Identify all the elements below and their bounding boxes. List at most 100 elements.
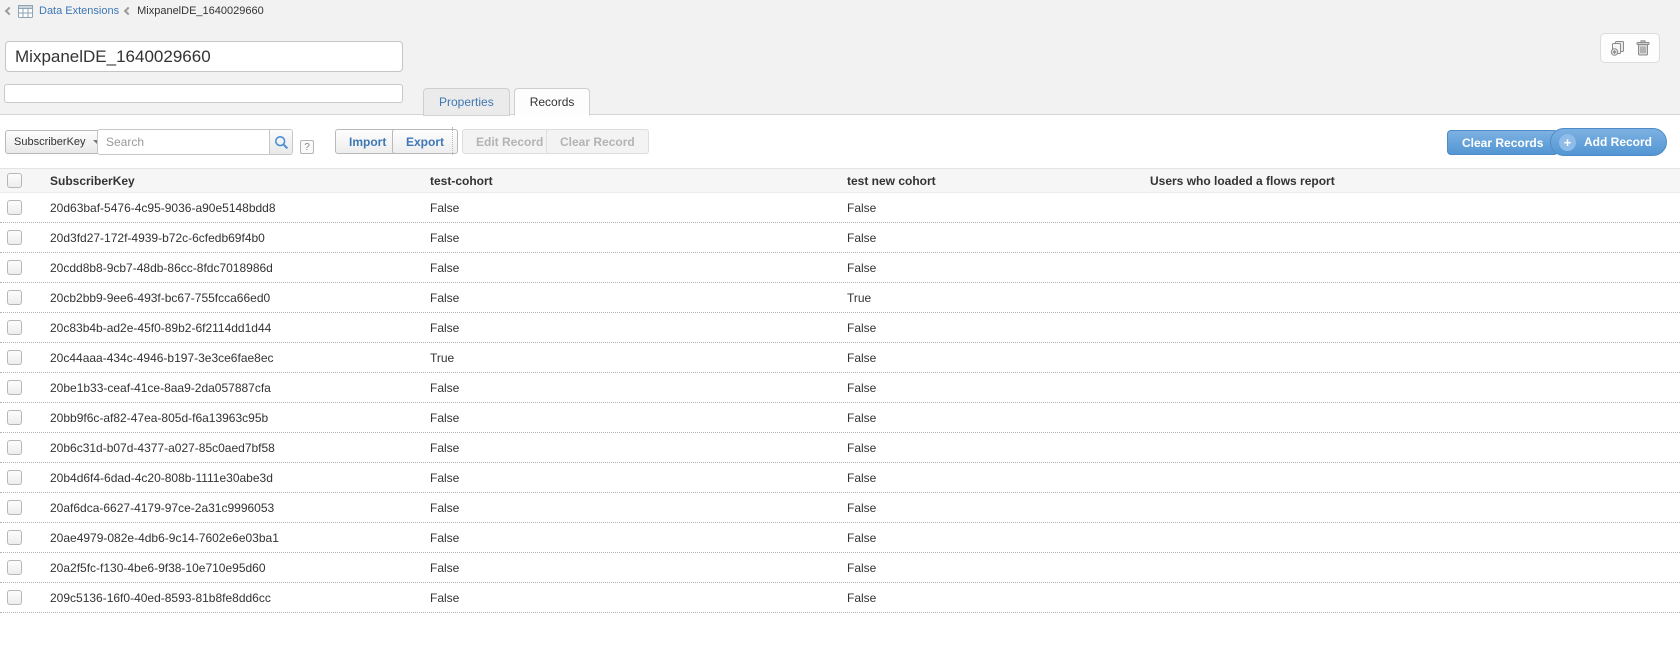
row-checkbox[interactable]: [7, 410, 22, 425]
table-row[interactable]: 20bb9f6c-af82-47ea-805d-f6a13963c95b Fal…: [0, 403, 1680, 433]
cell-test-new-cohort: False: [847, 411, 1150, 425]
row-checkbox[interactable]: [7, 200, 22, 215]
cell-test-new-cohort: False: [847, 201, 1150, 215]
top-action-icons: [1600, 33, 1660, 63]
cell-test-new-cohort: False: [847, 531, 1150, 545]
search-button[interactable]: [269, 130, 292, 154]
toolbar-divider: [452, 127, 453, 155]
cell-test-cohort: False: [430, 321, 847, 335]
tab-bar: Properties Records: [423, 88, 590, 116]
breadcrumb-separator-chevron-icon: [124, 6, 132, 14]
table-row[interactable]: 20c83b4b-ad2e-45f0-89b2-6f2114dd1d44 Fal…: [0, 313, 1680, 343]
cell-subscriber-key: 20cdd8b8-9cb7-48db-86cc-8fdc7018986d: [50, 261, 430, 275]
table-row[interactable]: 20af6dca-6627-4179-97ce-2a31c9996053 Fal…: [0, 493, 1680, 523]
data-extension-name-input[interactable]: [5, 41, 403, 72]
row-checkbox[interactable]: [7, 290, 22, 305]
column-header-test-cohort[interactable]: test-cohort: [430, 174, 847, 188]
table-row[interactable]: 20b4d6f4-6dad-4c20-808b-1111e30abe3d Fal…: [0, 463, 1680, 493]
cell-test-cohort: True: [430, 351, 847, 365]
cell-test-new-cohort: False: [847, 351, 1150, 365]
cell-test-new-cohort: False: [847, 501, 1150, 515]
import-button[interactable]: Import: [335, 129, 400, 154]
search-box: [97, 129, 293, 155]
cell-test-new-cohort: True: [847, 291, 1150, 305]
cell-test-cohort: False: [430, 561, 847, 575]
add-record-button[interactable]: + Add Record: [1550, 128, 1667, 156]
cell-subscriber-key: 20af6dca-6627-4179-97ce-2a31c9996053: [50, 501, 430, 515]
row-checkbox[interactable]: [7, 380, 22, 395]
row-checkbox[interactable]: [7, 470, 22, 485]
table-row[interactable]: 20ae4979-082e-4db6-9c14-7602e6e03ba1 Fal…: [0, 523, 1680, 553]
cell-subscriber-key: 20a2f5fc-f130-4be6-9f38-10e710e95d60: [50, 561, 430, 575]
cell-subscriber-key: 20be1b33-ceaf-41ce-8aa9-2da057887cfa: [50, 381, 430, 395]
cell-test-new-cohort: False: [847, 231, 1150, 245]
search-field-dropdown-value: SubscriberKey: [14, 136, 86, 148]
cell-subscriber-key: 209c5136-16f0-40ed-8593-81b8fe8dd6cc: [50, 591, 430, 605]
column-header-subscriberkey[interactable]: SubscriberKey: [50, 174, 430, 188]
edit-record-button[interactable]: Edit Record: [462, 129, 557, 154]
breadcrumb-current-item: MixpanelDE_1640029660: [137, 5, 264, 17]
column-header-users-flows-report[interactable]: Users who loaded a flows report: [1150, 174, 1680, 188]
cell-subscriber-key: 20c83b4b-ad2e-45f0-89b2-6f2114dd1d44: [50, 321, 430, 335]
cell-test-cohort: False: [430, 591, 847, 605]
clear-record-button[interactable]: Clear Record: [546, 129, 649, 154]
cell-test-cohort: False: [430, 411, 847, 425]
table-row[interactable]: 20be1b33-ceaf-41ce-8aa9-2da057887cfa Fal…: [0, 373, 1680, 403]
cell-subscriber-key: 20b4d6f4-6dad-4c20-808b-1111e30abe3d: [50, 471, 430, 485]
cell-test-new-cohort: False: [847, 261, 1150, 275]
table-row[interactable]: 20d3fd27-172f-4939-b72c-6cfedb69f4b0 Fal…: [0, 223, 1680, 253]
cell-test-new-cohort: False: [847, 441, 1150, 455]
breadcrumb-link-data-extensions[interactable]: Data Extensions: [39, 5, 119, 17]
tab-properties[interactable]: Properties: [423, 88, 510, 116]
row-checkbox[interactable]: [7, 560, 22, 575]
column-header-test-new-cohort[interactable]: test new cohort: [847, 174, 1150, 188]
cell-test-new-cohort: False: [847, 471, 1150, 485]
cell-subscriber-key: 20cb2bb9-9ee6-493f-bc67-755fcca66ed0: [50, 291, 430, 305]
search-input[interactable]: [98, 130, 269, 154]
search-field-dropdown[interactable]: SubscriberKey: [5, 130, 110, 154]
cell-test-new-cohort: False: [847, 321, 1150, 335]
table-row[interactable]: 20c44aaa-434c-4946-b197-3e3ce6fae8ec Tru…: [0, 343, 1680, 373]
cell-test-cohort: False: [430, 381, 847, 395]
cell-subscriber-key: 20d3fd27-172f-4939-b72c-6cfedb69f4b0: [50, 231, 430, 245]
select-all-checkbox[interactable]: [7, 173, 22, 188]
table-header-row: SubscriberKey test-cohort test new cohor…: [0, 168, 1680, 193]
copy-icon[interactable]: [1609, 40, 1626, 57]
data-extension-description-input[interactable]: [4, 84, 403, 103]
breadcrumb: Data Extensions MixpanelDE_1640029660: [6, 3, 264, 19]
row-checkbox[interactable]: [7, 230, 22, 245]
records-table-body: 20d63baf-5476-4c95-9036-a90e5148bdd8 Fal…: [0, 193, 1680, 613]
records-toolbar: SubscriberKey ? Import Export Edit Recor…: [0, 116, 1680, 168]
top-panel: Data Extensions MixpanelDE_1640029660: [0, 0, 1680, 115]
help-icon[interactable]: ?: [300, 140, 314, 154]
cell-test-new-cohort: False: [847, 561, 1150, 575]
export-button[interactable]: Export: [392, 129, 458, 154]
row-checkbox[interactable]: [7, 260, 22, 275]
table-row[interactable]: 20cdd8b8-9cb7-48db-86cc-8fdc7018986d Fal…: [0, 253, 1680, 283]
cell-test-cohort: False: [430, 501, 847, 515]
table-row[interactable]: 20a2f5fc-f130-4be6-9f38-10e710e95d60 Fal…: [0, 553, 1680, 583]
cell-test-cohort: False: [430, 261, 847, 275]
back-chevron-icon[interactable]: [5, 6, 13, 14]
cell-test-cohort: False: [430, 531, 847, 545]
trash-icon[interactable]: [1634, 40, 1651, 57]
row-checkbox[interactable]: [7, 590, 22, 605]
row-checkbox[interactable]: [7, 320, 22, 335]
clear-records-button[interactable]: Clear Records: [1447, 130, 1558, 155]
table-row[interactable]: 209c5136-16f0-40ed-8593-81b8fe8dd6cc Fal…: [0, 583, 1680, 613]
cell-subscriber-key: 20b6c31d-b07d-4377-a027-85c0aed7bf58: [50, 441, 430, 455]
cell-test-new-cohort: False: [847, 591, 1150, 605]
table-row[interactable]: 20d63baf-5476-4c95-9036-a90e5148bdd8 Fal…: [0, 193, 1680, 223]
data-extension-grid-icon: [18, 5, 33, 18]
row-checkbox[interactable]: [7, 530, 22, 545]
row-checkbox[interactable]: [7, 440, 22, 455]
cell-test-cohort: False: [430, 291, 847, 305]
row-checkbox[interactable]: [7, 500, 22, 515]
table-row[interactable]: 20b6c31d-b07d-4377-a027-85c0aed7bf58 Fal…: [0, 433, 1680, 463]
cell-test-cohort: False: [430, 231, 847, 245]
magnifier-icon: [274, 135, 289, 150]
table-row[interactable]: 20cb2bb9-9ee6-493f-bc67-755fcca66ed0 Fal…: [0, 283, 1680, 313]
tab-records[interactable]: Records: [514, 88, 591, 116]
plus-icon: +: [1559, 134, 1576, 151]
row-checkbox[interactable]: [7, 350, 22, 365]
